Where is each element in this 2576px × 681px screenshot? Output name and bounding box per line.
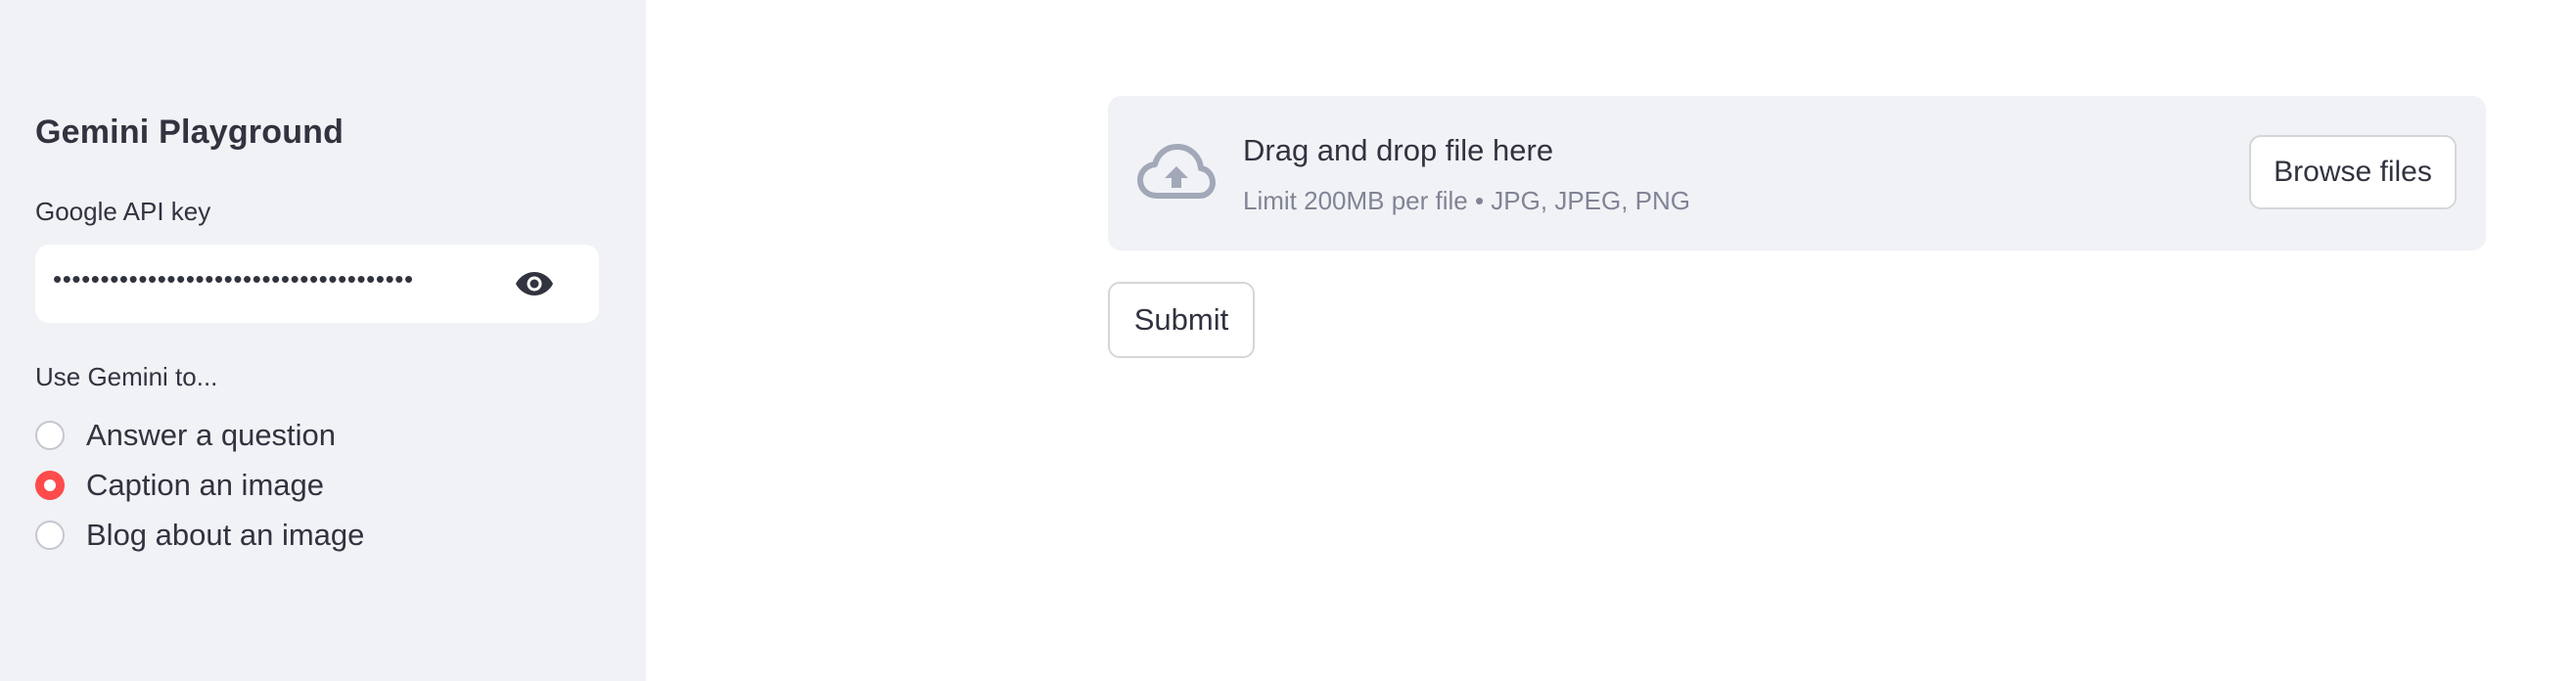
- radio-button[interactable]: [35, 521, 65, 550]
- show-password-button[interactable]: [511, 264, 558, 303]
- mode-label: Use Gemini to...: [35, 362, 218, 391]
- dropzone-subtitle: Limit 200MB per file • JPG, JPEG, PNG: [1243, 186, 1691, 215]
- api-key-value[interactable]: ••••••••••••••••••••••••••••••••••••••: [53, 264, 464, 295]
- cloud-upload-icon: [1137, 144, 1216, 199]
- radio-label: Caption an image: [86, 468, 324, 502]
- radio-button[interactable]: [35, 421, 65, 450]
- dropzone-title: Drag and drop file here: [1243, 133, 1554, 167]
- submit-button[interactable]: Submit: [1108, 282, 1255, 358]
- eye-icon: [516, 272, 553, 295]
- radio-blog-image[interactable]: Blog about an image: [35, 514, 364, 557]
- file-dropzone[interactable]: Drag and drop file here Limit 200MB per …: [1108, 96, 2486, 250]
- radio-answer-question[interactable]: Answer a question: [35, 414, 336, 457]
- radio-label: Blog about an image: [86, 518, 365, 552]
- api-key-label: Google API key: [35, 197, 211, 226]
- radio-caption-image[interactable]: Caption an image: [35, 464, 324, 507]
- sidebar-title: Gemini Playground: [35, 114, 345, 151]
- browse-files-button[interactable]: Browse files: [2249, 135, 2457, 209]
- radio-button-selected[interactable]: [35, 471, 65, 500]
- sidebar: Gemini Playground Google API key •••••••…: [0, 0, 646, 681]
- app-root: Gemini Playground Google API key •••••••…: [0, 0, 2576, 681]
- api-key-input[interactable]: ••••••••••••••••••••••••••••••••••••••: [35, 245, 599, 323]
- radio-label: Answer a question: [86, 418, 337, 452]
